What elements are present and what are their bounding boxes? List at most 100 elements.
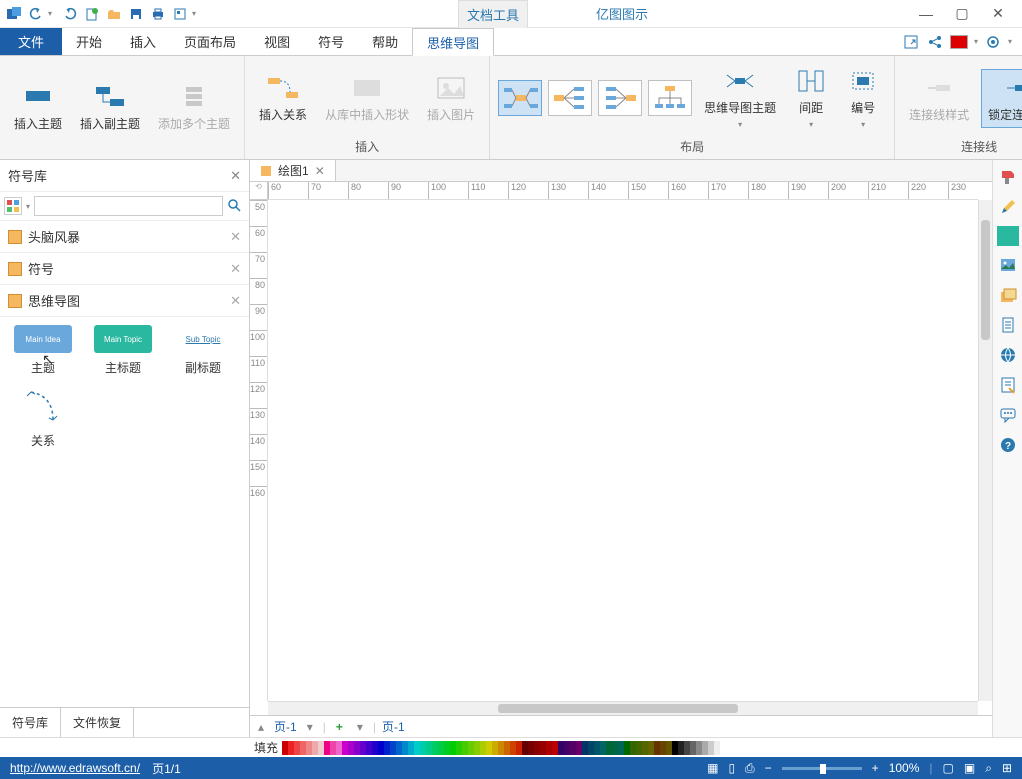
shape-relation[interactable]: 关系 [8, 386, 78, 449]
zoom-value[interactable]: 100% [889, 761, 920, 775]
app-icon[interactable] [4, 4, 24, 24]
status-url-link[interactable]: http://www.edrawsoft.cn/ [10, 761, 140, 775]
view-mode1-icon[interactable]: ▦ [707, 761, 718, 775]
page-nav-down-icon[interactable]: ▾ [303, 720, 317, 734]
layout-left-button[interactable] [598, 80, 642, 116]
add-multiple-topics-button[interactable]: 添加多个主题 [152, 79, 236, 136]
left-tab-library[interactable]: 符号库 [0, 708, 61, 737]
status-bar: http://www.edrawsoft.cn/ 页1/1 ▦ ▯ ⎙ − + … [0, 757, 1022, 779]
minimize-icon[interactable]: — [912, 4, 940, 24]
tab-page-layout[interactable]: 页面布局 [170, 28, 250, 55]
color-palette-strip[interactable] [282, 741, 1022, 755]
share-export-icon[interactable] [902, 33, 920, 51]
insert-image-button[interactable]: 插入图片 [421, 70, 481, 127]
layout-radial-button[interactable] [498, 80, 542, 116]
share-icon[interactable] [926, 33, 944, 51]
connector-style-button[interactable]: 连接线样式 [903, 70, 975, 127]
fill-label: 填充 [254, 739, 278, 756]
svg-text:?: ? [1004, 441, 1010, 452]
category-mindmap[interactable]: 思维导图✕ [0, 285, 249, 317]
symbol-search-input[interactable] [34, 196, 223, 216]
format-painter-icon[interactable] [997, 166, 1019, 188]
zoom-in-icon[interactable]: + [872, 761, 879, 775]
page-tab-current[interactable]: 页-1 [274, 718, 297, 735]
tab-mindmap[interactable]: 思维导图 [412, 28, 494, 56]
fullscreen-icon[interactable]: ⊞ [1002, 761, 1012, 775]
page-nav-up-icon[interactable]: ▴ [254, 720, 268, 734]
category-close-icon[interactable]: ✕ [230, 229, 241, 245]
color-theme-swatch[interactable] [950, 33, 968, 51]
insert-relation-button[interactable]: 插入关系 [253, 70, 313, 127]
tab-help[interactable]: 帮助 [358, 28, 412, 55]
insert-topic-button[interactable]: 插入主题 [8, 79, 68, 136]
open-icon[interactable] [104, 4, 124, 24]
page-tab-next[interactable]: 页-1 [382, 718, 405, 735]
category-symbols[interactable]: 符号✕ [0, 253, 249, 285]
vertical-scrollbar[interactable] [978, 200, 992, 701]
drawing-canvas[interactable] [268, 200, 978, 701]
redo-icon[interactable] [60, 4, 80, 24]
ruler-corner[interactable]: ⟲ [250, 182, 268, 200]
add-page-icon[interactable]: + [332, 720, 347, 734]
image-panel-icon[interactable] [997, 254, 1019, 276]
zoom-out-icon[interactable]: − [765, 761, 772, 775]
library-picker-icon[interactable] [4, 197, 22, 215]
undo-icon[interactable] [26, 4, 46, 24]
tab-view[interactable]: 视图 [250, 28, 304, 55]
left-tab-recovery[interactable]: 文件恢复 [61, 708, 134, 737]
file-tab[interactable]: 文件 [0, 28, 62, 55]
undo-dropdown[interactable]: ▾ [48, 9, 58, 18]
lock-connectors-button[interactable]: 锁定连接线 [981, 69, 1022, 128]
document-tab-close-icon[interactable]: ✕ [315, 164, 325, 178]
insert-shape-from-library-button[interactable]: 从库中插入形状 [319, 70, 415, 127]
panel-close-icon[interactable]: ✕ [230, 168, 241, 184]
shape-main-topic[interactable]: Main Topic 主标题 [88, 325, 158, 376]
fit-page-icon[interactable]: ▢ [943, 761, 954, 775]
tab-insert[interactable]: 插入 [116, 28, 170, 55]
document-tab[interactable]: 绘图1 ✕ [250, 160, 336, 181]
category-brainstorm[interactable]: 头脑风暴✕ [0, 221, 249, 253]
options-dropdown[interactable]: ▾ [192, 9, 202, 18]
horizontal-ruler[interactable]: 6070809010011012013014015016017018019020… [268, 182, 978, 200]
fit-selection-icon[interactable]: ⌕ [985, 761, 992, 776]
maximize-icon[interactable]: ▢ [948, 4, 976, 24]
vertical-ruler[interactable]: 5060708090100110120130140150160 [250, 200, 268, 701]
notes-icon[interactable] [997, 374, 1019, 396]
category-close-icon[interactable]: ✕ [230, 261, 241, 277]
globe-icon[interactable] [997, 344, 1019, 366]
canvas-with-rulers: ⟲ 60708090100110120130140150160170180190… [250, 182, 992, 715]
help-icon[interactable]: ? [997, 434, 1019, 456]
options-icon[interactable] [170, 4, 190, 24]
shape-sub-topic[interactable]: Sub Topic 副标题 [168, 325, 238, 376]
view-mode3-icon[interactable]: ⎙ [745, 761, 755, 776]
tab-start[interactable]: 开始 [62, 28, 116, 55]
spacing-button[interactable]: 间距▾ [788, 63, 834, 133]
fit-width-icon[interactable]: ▣ [964, 761, 975, 775]
layers-icon[interactable] [997, 284, 1019, 306]
numbering-button[interactable]: 编号▾ [840, 63, 886, 133]
print-icon[interactable] [148, 4, 168, 24]
zoom-slider[interactable] [782, 767, 862, 770]
page-panel-icon[interactable] [997, 314, 1019, 336]
shape-label: 主题 [31, 359, 55, 376]
search-icon[interactable] [227, 198, 245, 215]
layout-right-button[interactable] [548, 80, 592, 116]
title-context-tab[interactable]: 文档工具 [458, 0, 528, 28]
left-panel-tabs: 符号库 文件恢复 [0, 707, 249, 737]
comment-icon[interactable] [997, 404, 1019, 426]
layout-tree-button[interactable] [648, 80, 692, 116]
shape-main-idea[interactable]: Main Idea ↖ 主题 [8, 325, 78, 376]
theme-color-icon[interactable] [997, 226, 1019, 246]
settings-icon[interactable] [984, 33, 1002, 51]
category-close-icon[interactable]: ✕ [230, 293, 241, 309]
new-icon[interactable] [82, 4, 102, 24]
insert-subtopic-button[interactable]: 插入副主题 [74, 79, 146, 136]
page-nav-down2-icon[interactable]: ▾ [353, 720, 367, 734]
view-mode2-icon[interactable]: ▯ [728, 761, 735, 775]
save-icon[interactable] [126, 4, 146, 24]
mindmap-theme-button[interactable]: 思维导图主题▾ [698, 63, 782, 133]
horizontal-scrollbar[interactable] [268, 701, 978, 715]
tab-symbol[interactable]: 符号 [304, 28, 358, 55]
close-icon[interactable]: ✕ [984, 4, 1012, 24]
edit-pencil-icon[interactable] [997, 196, 1019, 218]
